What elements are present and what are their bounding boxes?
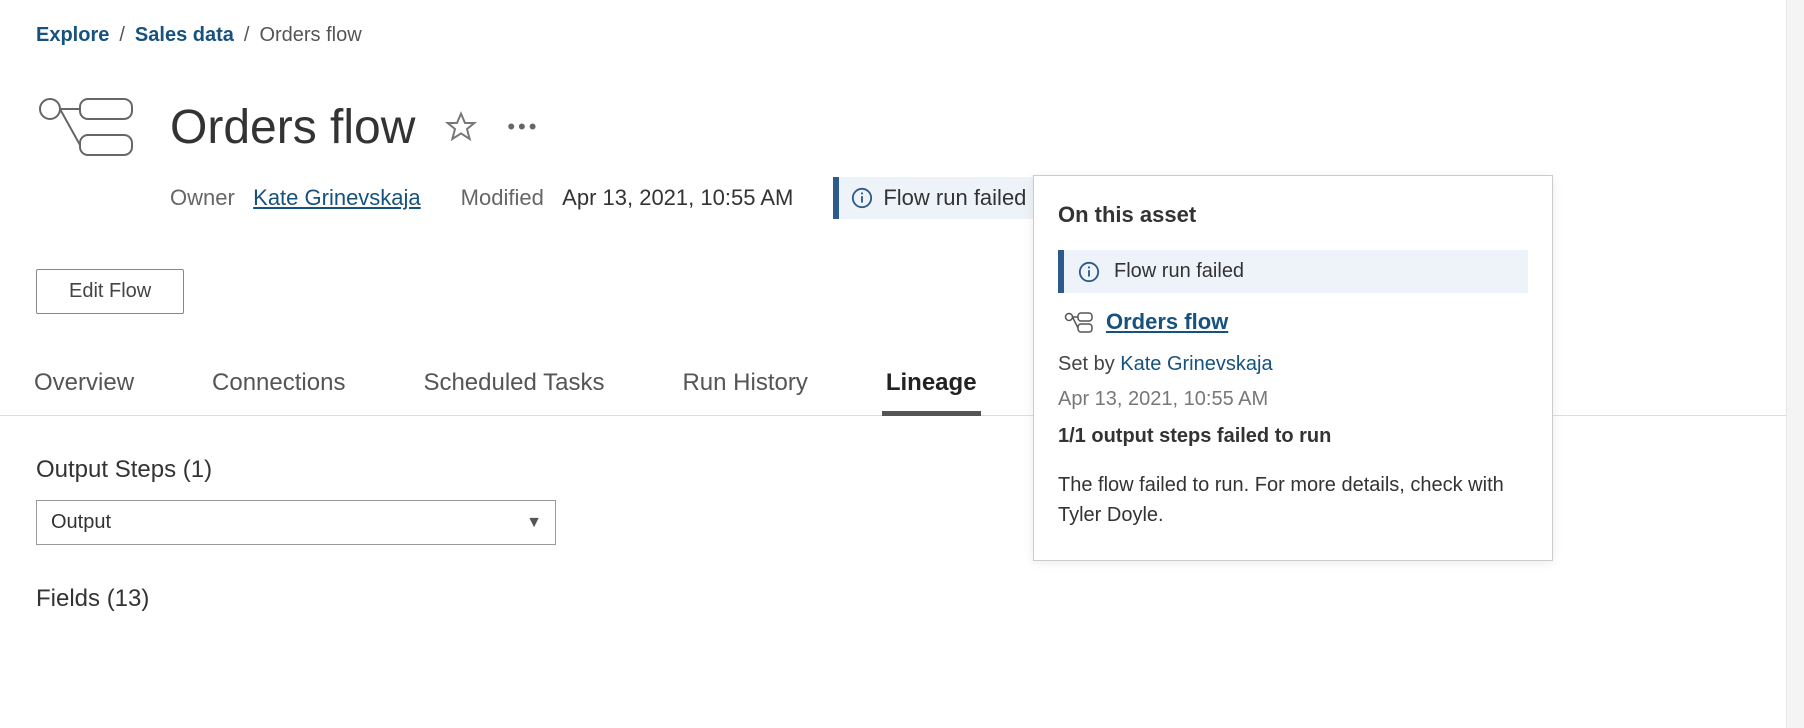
status-pill[interactable]: Flow run failed bbox=[833, 177, 1044, 219]
tab-overview[interactable]: Overview bbox=[30, 369, 138, 415]
modified-label: Modified bbox=[461, 185, 544, 210]
tab-connections[interactable]: Connections bbox=[208, 369, 349, 415]
flow-icon bbox=[1064, 310, 1094, 334]
tab-scheduled-tasks[interactable]: Scheduled Tasks bbox=[419, 369, 608, 415]
breadcrumb-current: Orders flow bbox=[259, 24, 361, 47]
status-popover: On this asset Flow run failed Orders flo… bbox=[1033, 175, 1553, 561]
popover-fail-summary: 1/1 output steps failed to run bbox=[1058, 425, 1528, 448]
popover-flow-link-text: Orders flow bbox=[1106, 309, 1228, 335]
breadcrumb-explore[interactable]: Explore bbox=[36, 24, 109, 47]
breadcrumb-sep: / bbox=[244, 24, 250, 47]
breadcrumb-sep: / bbox=[119, 24, 125, 47]
more-actions-icon[interactable]: ••• bbox=[507, 111, 539, 143]
modified-date: Apr 13, 2021, 10:55 AM bbox=[562, 185, 793, 210]
owner-label: Owner bbox=[170, 185, 235, 210]
popover-set-by: Set by Kate Grinevskaja bbox=[1058, 353, 1528, 376]
info-icon bbox=[851, 187, 873, 209]
flow-type-icon bbox=[36, 87, 146, 167]
popover-date: Apr 13, 2021, 10:55 AM bbox=[1058, 388, 1528, 411]
breadcrumb: Explore / Sales data / Orders flow bbox=[0, 0, 1804, 47]
tab-lineage[interactable]: Lineage bbox=[882, 369, 981, 416]
output-select[interactable]: Output ▼ bbox=[36, 500, 556, 545]
owner-link[interactable]: Kate Grinevskaja bbox=[253, 185, 421, 210]
popover-status-text: Flow run failed bbox=[1114, 260, 1244, 283]
popover-set-by-link[interactable]: Kate Grinevskaja bbox=[1120, 353, 1272, 375]
scrollbar[interactable] bbox=[1786, 0, 1804, 728]
output-select-value[interactable]: Output bbox=[36, 500, 556, 545]
star-icon[interactable] bbox=[445, 111, 477, 143]
popover-status[interactable]: Flow run failed bbox=[1058, 250, 1528, 293]
info-icon bbox=[1078, 261, 1100, 283]
breadcrumb-sales-data[interactable]: Sales data bbox=[135, 24, 234, 47]
popover-flow-link[interactable]: Orders flow bbox=[1064, 309, 1528, 335]
popover-heading: On this asset bbox=[1058, 202, 1528, 228]
popover-set-by-label: Set by bbox=[1058, 353, 1120, 375]
page-header: Orders flow ••• bbox=[0, 47, 1804, 167]
edit-flow-button[interactable]: Edit Flow bbox=[36, 269, 184, 314]
page-title: Orders flow bbox=[170, 100, 415, 155]
status-pill-text: Flow run failed bbox=[883, 185, 1026, 211]
tab-run-history[interactable]: Run History bbox=[678, 369, 811, 415]
popover-message: The flow failed to run. For more details… bbox=[1058, 470, 1528, 530]
